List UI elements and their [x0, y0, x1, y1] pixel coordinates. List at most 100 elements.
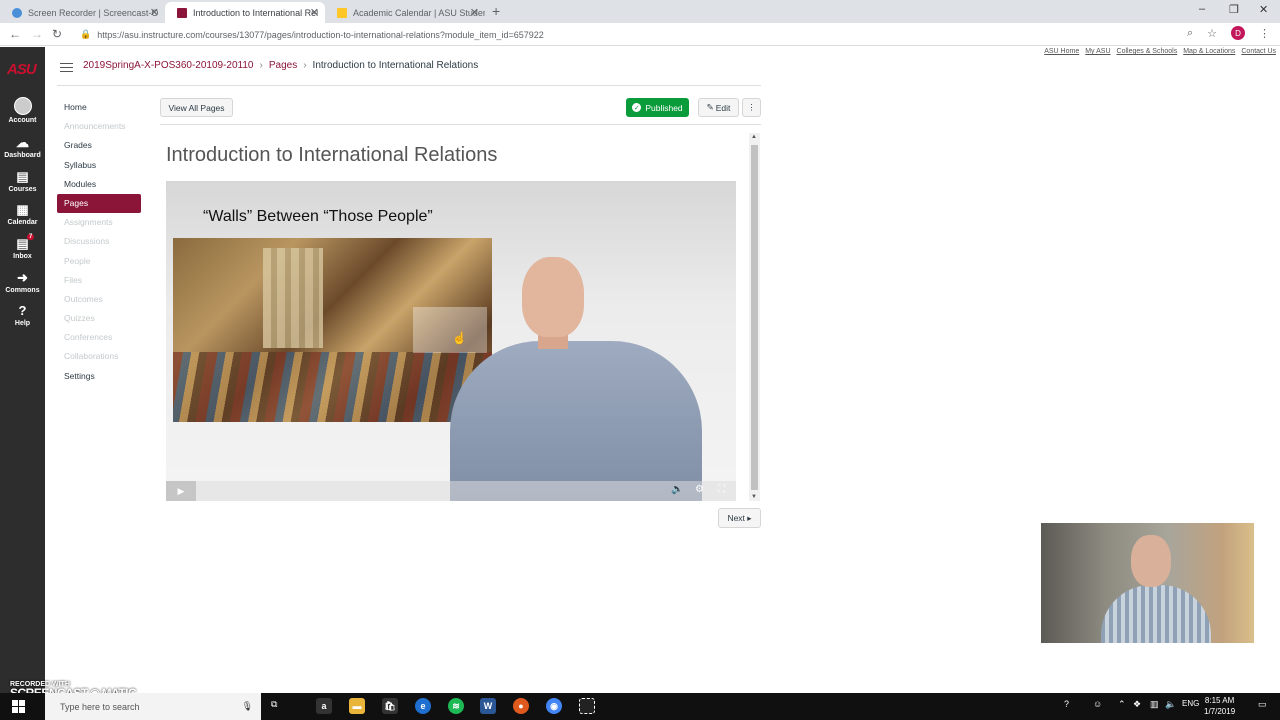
- asu-favicon-icon: [177, 7, 187, 18]
- link-asu-home[interactable]: ASU Home: [1044, 48, 1079, 55]
- play-icon[interactable]: ▶: [166, 481, 196, 501]
- global-nav-help[interactable]: ? Help: [0, 304, 45, 328]
- forward-icon[interactable]: →: [31, 27, 43, 41]
- profile-avatar[interactable]: D: [1231, 26, 1245, 40]
- tab-intro-ir[interactable]: Introduction to International Rel ✕: [165, 2, 325, 23]
- top-links: ASU Home My ASU Colleges & Schools Map &…: [1044, 48, 1276, 55]
- close-window-icon[interactable]: ✕: [1259, 3, 1268, 16]
- notifications-icon[interactable]: ▭: [1258, 699, 1267, 710]
- reload-icon[interactable]: ↻: [52, 27, 62, 41]
- view-all-pages-button[interactable]: View All Pages: [160, 98, 233, 117]
- network-icon[interactable]: ▥: [1150, 699, 1159, 710]
- help-tray-icon[interactable]: ?: [1064, 699, 1069, 709]
- divider: [160, 124, 761, 125]
- scroll-up-icon[interactable]: ▲: [751, 134, 757, 140]
- breadcrumb-separator: ›: [303, 60, 307, 71]
- course-nav-grades[interactable]: Grades: [57, 136, 141, 155]
- language-indicator[interactable]: ENG: [1182, 699, 1199, 708]
- chevron-up-icon[interactable]: ⌃: [1118, 699, 1126, 710]
- global-nav-dashboard[interactable]: ☁ Dashboard: [0, 136, 45, 160]
- link-my-asu[interactable]: My ASU: [1085, 48, 1110, 55]
- published-label: Published: [645, 102, 683, 113]
- lock-icon: 🔒: [80, 29, 92, 39]
- minimize-icon[interactable]: –: [1199, 3, 1205, 15]
- course-nav-discussions[interactable]: Discussions: [57, 232, 141, 251]
- browser-menu-icon[interactable]: ⋮: [1259, 27, 1270, 40]
- taskbar-search[interactable]: Type here to search 🎙: [45, 693, 261, 720]
- course-nav-announcements[interactable]: Announcements: [57, 117, 141, 136]
- global-nav-courses[interactable]: ▤ Courses: [0, 170, 45, 194]
- chrome-icon[interactable]: ◉: [546, 698, 562, 714]
- zoom-icon[interactable]: ⌕: [1187, 27, 1193, 40]
- dropbox-icon[interactable]: ❖: [1133, 699, 1141, 710]
- global-nav-inbox[interactable]: ▤ 7 Inbox: [0, 234, 45, 260]
- hand-cursor-icon: ☝: [452, 331, 467, 345]
- tab-label: Academic Calendar | ASU Studen: [353, 7, 485, 18]
- bookmark-star-icon[interactable]: ☆: [1207, 27, 1217, 40]
- global-nav-commons[interactable]: ➜ Commons: [0, 271, 45, 295]
- course-menu-toggle-icon[interactable]: [60, 60, 73, 75]
- spotify-icon[interactable]: ≋: [448, 698, 464, 714]
- link-contact-us[interactable]: Contact Us: [1241, 48, 1276, 55]
- amazon-icon[interactable]: a: [316, 698, 332, 714]
- tab-label: Introduction to International Rel: [193, 7, 319, 18]
- taskbar-clock[interactable]: 8:15 AM 1/7/2019: [1204, 695, 1235, 717]
- word-icon[interactable]: W: [480, 698, 496, 714]
- course-nav-pages[interactable]: Pages: [57, 193, 141, 214]
- course-nav-modules[interactable]: Modules: [57, 175, 141, 194]
- address-bar: ← → ↻ 🔒 https://asu.instructure.com/cour…: [0, 23, 1280, 46]
- webcam-overlay: [1041, 523, 1254, 643]
- course-nav-collaborations[interactable]: Collaborations: [57, 347, 141, 366]
- store-icon[interactable]: 🛍: [382, 698, 398, 714]
- scroll-thumb[interactable]: [751, 145, 758, 490]
- play-overlay-button[interactable]: [413, 307, 487, 353]
- new-tab-button[interactable]: +: [492, 3, 500, 19]
- divider: [57, 85, 761, 86]
- check-icon: ✓: [632, 103, 642, 112]
- course-nav-syllabus[interactable]: Syllabus: [57, 156, 141, 175]
- link-map-locations[interactable]: Map & Locations: [1183, 48, 1235, 55]
- settings-gear-icon[interactable]: ⚙: [695, 484, 704, 495]
- url-field[interactable]: 🔒 https://asu.instructure.com/courses/13…: [80, 26, 1180, 43]
- course-nav-settings[interactable]: Settings: [57, 367, 141, 386]
- microphone-icon[interactable]: 🎙: [242, 701, 253, 712]
- global-nav-account[interactable]: Account: [0, 97, 45, 124]
- windows-start-icon[interactable]: [12, 700, 25, 713]
- maximize-icon[interactable]: ❐: [1229, 3, 1239, 16]
- content-scrollbar[interactable]: ▲ ▼: [749, 133, 760, 501]
- people-icon[interactable]: ☺: [1093, 699, 1102, 709]
- more-options-button[interactable]: ⋮: [742, 98, 761, 117]
- tab-academic-calendar[interactable]: Academic Calendar | ASU Studen ✕: [325, 2, 485, 23]
- course-nav-quizzes[interactable]: Quizzes: [57, 309, 141, 328]
- breadcrumb-course[interactable]: 2019SpringA-X-POS360-20109-20110: [83, 60, 254, 71]
- global-nav-label: Courses: [8, 186, 37, 193]
- course-nav-conferences[interactable]: Conferences: [57, 328, 141, 347]
- scroll-down-icon[interactable]: ▼: [751, 494, 757, 500]
- fullscreen-icon[interactable]: ⛶: [718, 484, 725, 495]
- tab-screen-recorder[interactable]: Screen Recorder | Screencast-O ✕: [0, 2, 165, 23]
- edit-button[interactable]: ✎ Edit: [698, 98, 739, 117]
- snipping-icon[interactable]: [579, 698, 595, 714]
- next-button[interactable]: Next ▸: [718, 508, 761, 528]
- published-button[interactable]: ✓ Published: [626, 98, 689, 117]
- link-colleges-schools[interactable]: Colleges & Schools: [1117, 48, 1178, 55]
- course-nav-home[interactable]: Home: [57, 98, 141, 117]
- close-tab-icon[interactable]: ✕: [470, 6, 479, 19]
- breadcrumb-pages[interactable]: Pages: [269, 60, 297, 71]
- video-player[interactable]: “Walls” Between “Those People” ☝ ▶ 🔈 ⚙ ⛶: [166, 181, 736, 501]
- file-explorer-icon[interactable]: ▬: [349, 698, 365, 714]
- asu-logo[interactable]: ASU: [7, 61, 37, 78]
- course-nav-files[interactable]: Files: [57, 271, 141, 290]
- app-orange-icon[interactable]: ●: [513, 698, 529, 714]
- close-tab-icon[interactable]: ✕: [310, 6, 319, 19]
- task-view-icon[interactable]: ⧉: [271, 699, 277, 710]
- volume-icon[interactable]: 🔈: [671, 484, 683, 495]
- close-tab-icon[interactable]: ✕: [150, 6, 159, 19]
- course-nav-outcomes[interactable]: Outcomes: [57, 290, 141, 309]
- course-nav-people[interactable]: People: [57, 252, 141, 271]
- edge-icon[interactable]: e: [415, 698, 431, 714]
- back-icon[interactable]: ←: [9, 27, 21, 41]
- course-nav-assignments[interactable]: Assignments: [57, 213, 141, 232]
- global-nav-calendar[interactable]: ▦ Calendar: [0, 203, 45, 227]
- volume-tray-icon[interactable]: 🔈: [1165, 699, 1176, 710]
